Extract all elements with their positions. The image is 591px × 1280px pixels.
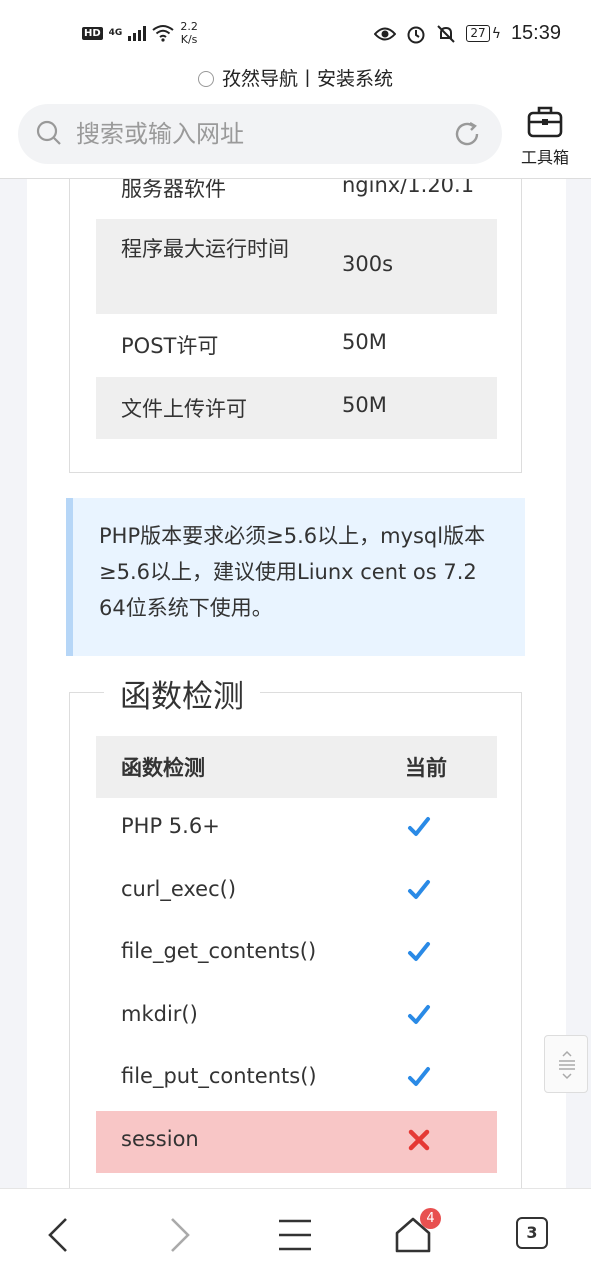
check-icon <box>407 878 431 902</box>
server-info-panel: 服务器软件 nginx/1.20.1 程序最大运行时间 300s POST许可 … <box>69 178 522 473</box>
toolbox-label: 工具箱 <box>520 148 569 167</box>
function-check-panel: 函数检测 函数检测 当前 PHP 5.6+ curl_exec() file_get… <box>69 671 522 1188</box>
search-icon <box>36 120 61 145</box>
table-row: POST许可 50M <box>121 330 387 358</box>
table-row: mkdir() <box>96 986 497 1048</box>
table-row: file_put_contents() <box>96 1048 497 1110</box>
function-name: file_get_contents() <box>121 939 317 963</box>
cross-icon <box>407 1128 431 1152</box>
bottom-navigation <box>0 1188 591 1280</box>
function-table-header: 函数检测 当前 <box>96 736 497 798</box>
status-bar: HD 4G 2.2 K/s 27 ϟ 15:39 <box>0 0 591 66</box>
network-speed: 2.2 K/s <box>180 20 198 46</box>
function-name: file_put_contents() <box>121 1064 317 1088</box>
toolbox-button[interactable]: 工具箱 <box>514 104 576 168</box>
check-icon <box>407 815 431 839</box>
forward-icon[interactable] <box>156 1213 200 1257</box>
function-name: mkdir() <box>121 1001 198 1026</box>
drag-handle-icon <box>559 1050 575 1080</box>
table-row: curl_exec() <box>96 861 497 923</box>
wifi-icon <box>152 25 174 42</box>
battery-indicator: 27 <box>466 25 490 42</box>
clock: 15:39 <box>510 22 561 44</box>
table-row: file_get_contents() <box>96 923 497 985</box>
table-row: 文件上传许可 50M <box>96 377 497 439</box>
mute-bell-icon <box>437 24 456 43</box>
tabs-button[interactable]: 3 <box>516 1217 548 1249</box>
check-icon <box>407 1003 431 1027</box>
toolbox-icon <box>527 106 563 138</box>
network-type: 4G <box>108 28 123 38</box>
page-title: 孜然导航丨安装系统 <box>221 68 393 90</box>
table-row: 程序最大运行时间 300s <box>96 219 497 314</box>
scroll-handle[interactable] <box>544 1035 588 1093</box>
back-icon[interactable] <box>38 1213 82 1257</box>
table-row: 服务器软件 nginx/1.20.1 <box>121 178 475 201</box>
home-badge: 4 <box>420 1208 441 1229</box>
menu-icon[interactable] <box>273 1213 317 1257</box>
hd-indicator: HD <box>82 26 103 40</box>
search-input[interactable] <box>76 114 436 154</box>
table-row: PHP 5.6+ <box>96 798 497 860</box>
function-name: curl_exec() <box>121 876 237 901</box>
check-icon <box>407 1065 431 1089</box>
charging-icon: ϟ <box>491 25 501 42</box>
alarm-icon <box>407 26 425 43</box>
requirements-notice: PHP版本要求必须≥5.6以上，mysql版本≥5.6以上，建议使用Liunx … <box>66 498 525 656</box>
web-content[interactable]: 服务器软件 nginx/1.20.1 程序最大运行时间 300s POST许可 … <box>0 178 591 1188</box>
function-name: PHP 5.6+ <box>121 814 220 838</box>
globe-icon <box>197 71 214 87</box>
address-bar[interactable] <box>18 104 502 164</box>
page-title-bar: 孜然导航丨安装系统 <box>0 64 591 91</box>
check-icon <box>407 940 431 964</box>
function-check-title: 函数检测 <box>104 671 260 716</box>
table-row: session <box>96 1110 497 1173</box>
refresh-icon[interactable] <box>452 119 482 149</box>
page-body: 服务器软件 nginx/1.20.1 程序最大运行时间 300s POST许可 … <box>27 179 566 1188</box>
signal-icon <box>128 25 147 41</box>
function-name: session <box>121 1126 199 1151</box>
eye-icon <box>374 27 397 40</box>
